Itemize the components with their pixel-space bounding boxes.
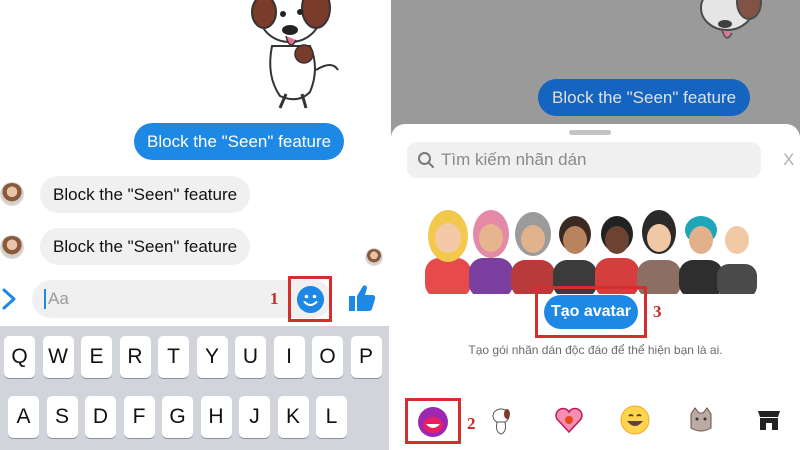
step-2-marker: 2: [467, 414, 476, 433]
sticker-sheet-panel: Block the "Seen" feature Tìm kiếm nhãn d…: [391, 0, 800, 450]
key-q[interactable]: Q: [4, 336, 35, 378]
avatar-create-icon[interactable]: [417, 406, 449, 438]
dog-sticker-icon[interactable]: [485, 404, 517, 436]
step-1-marker: 1: [270, 289, 279, 308]
avatar-group-illustration: [425, 210, 757, 294]
close-icon[interactable]: X: [783, 150, 794, 170]
avatar-figure: [595, 216, 639, 294]
key-h[interactable]: H: [200, 396, 232, 438]
avatar-tab-highlight: [405, 398, 461, 444]
key-u[interactable]: U: [235, 336, 266, 378]
key-d[interactable]: D: [85, 396, 116, 438]
sticker-bottom-sheet: Tìm kiếm nhãn dán X Tạo avatar 3 Tạo gói…: [391, 124, 800, 450]
key-s[interactable]: S: [46, 396, 78, 438]
avatar-figure: [425, 210, 471, 294]
key-l[interactable]: L: [316, 396, 347, 438]
create-avatar-highlight: Tạo avatar: [535, 286, 647, 338]
key-w[interactable]: W: [42, 336, 74, 378]
key-y[interactable]: Y: [196, 336, 228, 378]
avatar-description: Tạo gói nhãn dán độc đáo để thể hiện bạn…: [468, 343, 723, 357]
sticker-search-input[interactable]: Tìm kiếm nhãn dán: [407, 142, 761, 178]
outgoing-message-bubble[interactable]: Block the "Seen" feature: [538, 79, 751, 116]
create-avatar-button[interactable]: Tạo avatar: [544, 295, 638, 329]
emoji-button-highlight: [288, 276, 332, 322]
key-o[interactable]: O: [312, 336, 343, 378]
step-3-marker: 3: [653, 302, 662, 321]
key-e[interactable]: E: [81, 336, 112, 378]
cat-sticker-icon[interactable]: [685, 404, 717, 436]
incoming-message-bubble[interactable]: Block the "Seen" feature: [40, 176, 251, 213]
outgoing-message-bubble[interactable]: Block the "Seen" feature: [134, 123, 345, 160]
message-input[interactable]: Aa: [32, 280, 332, 318]
smiley-sticker-icon[interactable]: [619, 404, 651, 436]
incoming-message-bubble[interactable]: Block the "Seen" feature: [40, 228, 251, 265]
dog-sticker-icon: [251, 0, 339, 109]
key-i[interactable]: I: [273, 336, 305, 378]
avatar-figure: [679, 216, 723, 294]
on-screen-keyboard: QWERTYUIOP ASDFGHJKL: [0, 326, 389, 450]
sticker-tab-bar: 2: [391, 394, 800, 450]
key-j[interactable]: J: [239, 396, 270, 438]
message-input-placeholder: Aa: [48, 289, 69, 308]
smile-icon[interactable]: [297, 286, 324, 313]
search-icon: [418, 152, 434, 168]
heart-sticker-icon[interactable]: [553, 404, 585, 436]
seen-receipt-avatar: [365, 248, 383, 266]
search-placeholder: Tìm kiếm nhãn dán: [441, 150, 587, 169]
avatar-figure: [637, 210, 681, 294]
key-f[interactable]: F: [123, 396, 155, 438]
avatar-figure: [717, 226, 757, 294]
chevron-right-icon[interactable]: [0, 284, 22, 314]
text-caret: [44, 289, 46, 309]
thumbs-up-icon[interactable]: [346, 282, 378, 314]
contact-avatar: [0, 235, 24, 259]
key-a[interactable]: A: [8, 396, 39, 438]
contact-avatar: [0, 182, 24, 206]
sheet-grabber-handle[interactable]: [569, 130, 611, 135]
avatar-figure: [511, 212, 555, 294]
avatar-figure: [553, 216, 597, 294]
avatar-figure: [469, 210, 513, 294]
key-g[interactable]: G: [162, 396, 193, 438]
key-p[interactable]: P: [350, 336, 382, 378]
dog-sticker-icon: [700, 0, 762, 39]
messenger-chat-panel: Block the "Seen" feature Block the "Seen…: [0, 0, 389, 450]
store-icon[interactable]: [755, 406, 783, 434]
key-k[interactable]: K: [277, 396, 309, 438]
key-r[interactable]: R: [119, 336, 151, 378]
key-t[interactable]: T: [158, 336, 189, 378]
